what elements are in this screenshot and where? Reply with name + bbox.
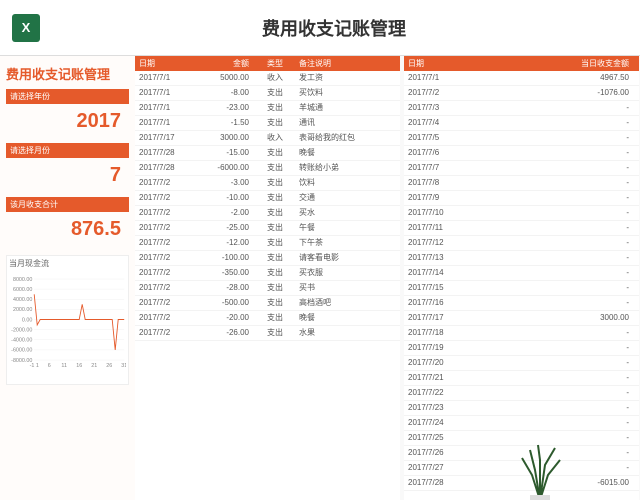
excel-icon: X [12, 14, 40, 42]
svg-text:11: 11 [61, 363, 67, 369]
chart-svg: -8000.00-6000.00-4000.00-2000.000.002000… [9, 269, 126, 379]
table-row[interactable]: 2017/7/15000.00收入发工资 [135, 71, 400, 86]
table-row[interactable]: 2017/7/2-26.00支出水果 [135, 326, 400, 341]
table-row[interactable]: 2017/7/12- [404, 236, 639, 251]
table-row[interactable]: 2017/7/2-10.00支出交通 [135, 191, 400, 206]
table-row[interactable]: 2017/7/13- [404, 251, 639, 266]
hdr-note: 备注说明 [295, 58, 400, 69]
table-row[interactable]: 2017/7/2-1076.00 [404, 86, 639, 101]
table-row[interactable]: 2017/7/10- [404, 206, 639, 221]
svg-text:4000.00: 4000.00 [13, 297, 32, 303]
year-value[interactable]: 2017 [6, 104, 129, 139]
table-row[interactable]: 2017/7/25- [404, 431, 639, 446]
total-value: 876.5 [6, 212, 129, 247]
table-row[interactable]: 2017/7/20- [404, 356, 639, 371]
total-label: 该月收支合计 [6, 197, 129, 212]
table-row[interactable]: 2017/7/28-6015.00 [404, 476, 639, 491]
table-row[interactable]: 2017/7/8- [404, 176, 639, 191]
transactions-table: 日期 金额 类型 备注说明 2017/7/15000.00收入发工资2017/7… [135, 56, 400, 500]
left-panel: 费用收支记账管理 请选择年份 2017 请选择月份 7 该月收支合计 876.5… [0, 56, 135, 500]
table-row[interactable]: 2017/7/22- [404, 386, 639, 401]
table-row[interactable]: 2017/7/14967.50 [404, 71, 639, 86]
table-row[interactable]: 2017/7/1-1.50支出通讯 [135, 116, 400, 131]
table-row[interactable]: 2017/7/4- [404, 116, 639, 131]
chart-title: 当月现金流 [9, 258, 126, 269]
svg-text:8000.00: 8000.00 [13, 277, 32, 283]
svg-text:0.00: 0.00 [22, 317, 32, 323]
table-row[interactable]: 2017/7/7- [404, 161, 639, 176]
hdr-balance: 当日收支金额 [484, 58, 639, 69]
daily-balance-table: 日期 当日收支金额 2017/7/14967.502017/7/2-1076.0… [404, 56, 639, 500]
svg-text:-2000.00: -2000.00 [11, 327, 32, 333]
transactions-header: 日期 金额 类型 备注说明 [135, 56, 400, 71]
table-row[interactable]: 2017/7/173000.00收入表哥给我的红包 [135, 131, 400, 146]
panel-title: 费用收支记账管理 [6, 64, 129, 83]
svg-text:-4000.00: -4000.00 [11, 338, 32, 344]
hdr-date: 日期 [135, 58, 195, 69]
svg-text:6000.00: 6000.00 [13, 287, 32, 293]
hdr-date2: 日期 [404, 58, 484, 69]
page-title: 费用收支记账管理 [40, 15, 628, 41]
table-row[interactable]: 2017/7/3- [404, 101, 639, 116]
table-row[interactable]: 2017/7/18- [404, 326, 639, 341]
table-row[interactable]: 2017/7/19- [404, 341, 639, 356]
title-bar: X 费用收支记账管理 [0, 0, 640, 56]
svg-text:21: 21 [91, 363, 97, 369]
table-row[interactable]: 2017/7/21- [404, 371, 639, 386]
hdr-amount: 金额 [195, 58, 255, 69]
table-row[interactable]: 2017/7/2-350.00支出买衣服 [135, 266, 400, 281]
hdr-type: 类型 [255, 58, 295, 69]
month-value[interactable]: 7 [6, 158, 129, 193]
table-row[interactable]: 2017/7/2-2.00支出买水 [135, 206, 400, 221]
table-row[interactable]: 2017/7/6- [404, 146, 639, 161]
table-row[interactable]: 2017/7/5- [404, 131, 639, 146]
table-row[interactable]: 2017/7/173000.00 [404, 311, 639, 326]
table-row[interactable]: 2017/7/2-100.00支出请客看电影 [135, 251, 400, 266]
table-row[interactable]: 2017/7/2-20.00支出晚餐 [135, 311, 400, 326]
table-row[interactable]: 2017/7/2-28.00支出买书 [135, 281, 400, 296]
cashflow-chart: 当月现金流 -8000.00-6000.00-4000.00-2000.000.… [6, 255, 129, 385]
svg-text:-6000.00: -6000.00 [11, 348, 32, 354]
year-label: 请选择年份 [6, 89, 129, 104]
table-row[interactable]: 2017/7/11- [404, 221, 639, 236]
table-row[interactable]: 2017/7/28-15.00支出晚餐 [135, 146, 400, 161]
svg-text:26: 26 [106, 363, 112, 369]
content-area: 费用收支记账管理 请选择年份 2017 请选择月份 7 该月收支合计 876.5… [0, 56, 640, 500]
table-row[interactable]: 2017/7/24- [404, 416, 639, 431]
svg-text:6: 6 [48, 363, 51, 369]
month-label: 请选择月份 [6, 143, 129, 158]
svg-text:-1 1: -1 1 [30, 363, 39, 369]
table-row[interactable]: 2017/7/1-8.00支出买饮料 [135, 86, 400, 101]
table-row[interactable]: 2017/7/23- [404, 401, 639, 416]
table-row[interactable]: 2017/7/2-25.00支出午餐 [135, 221, 400, 236]
table-row[interactable]: 2017/7/2-500.00支出高档酒吧 [135, 296, 400, 311]
table-row[interactable]: 2017/7/16- [404, 296, 639, 311]
excel-icon-text: X [22, 20, 31, 35]
table-row[interactable]: 2017/7/14- [404, 266, 639, 281]
table-row[interactable]: 2017/7/27- [404, 461, 639, 476]
table-row[interactable]: 2017/7/15- [404, 281, 639, 296]
table-row[interactable]: 2017/7/9- [404, 191, 639, 206]
table-row[interactable]: 2017/7/28-6000.00支出转账给小弟 [135, 161, 400, 176]
table-row[interactable]: 2017/7/1-23.00支出羊城通 [135, 101, 400, 116]
svg-text:2000.00: 2000.00 [13, 307, 32, 313]
svg-text:16: 16 [76, 363, 82, 369]
svg-text:31: 31 [121, 363, 126, 369]
table-row[interactable]: 2017/7/26- [404, 446, 639, 461]
table-row[interactable]: 2017/7/2-3.00支出饮料 [135, 176, 400, 191]
daily-header: 日期 当日收支金额 [404, 56, 639, 71]
table-row[interactable]: 2017/7/2-12.00支出下午茶 [135, 236, 400, 251]
